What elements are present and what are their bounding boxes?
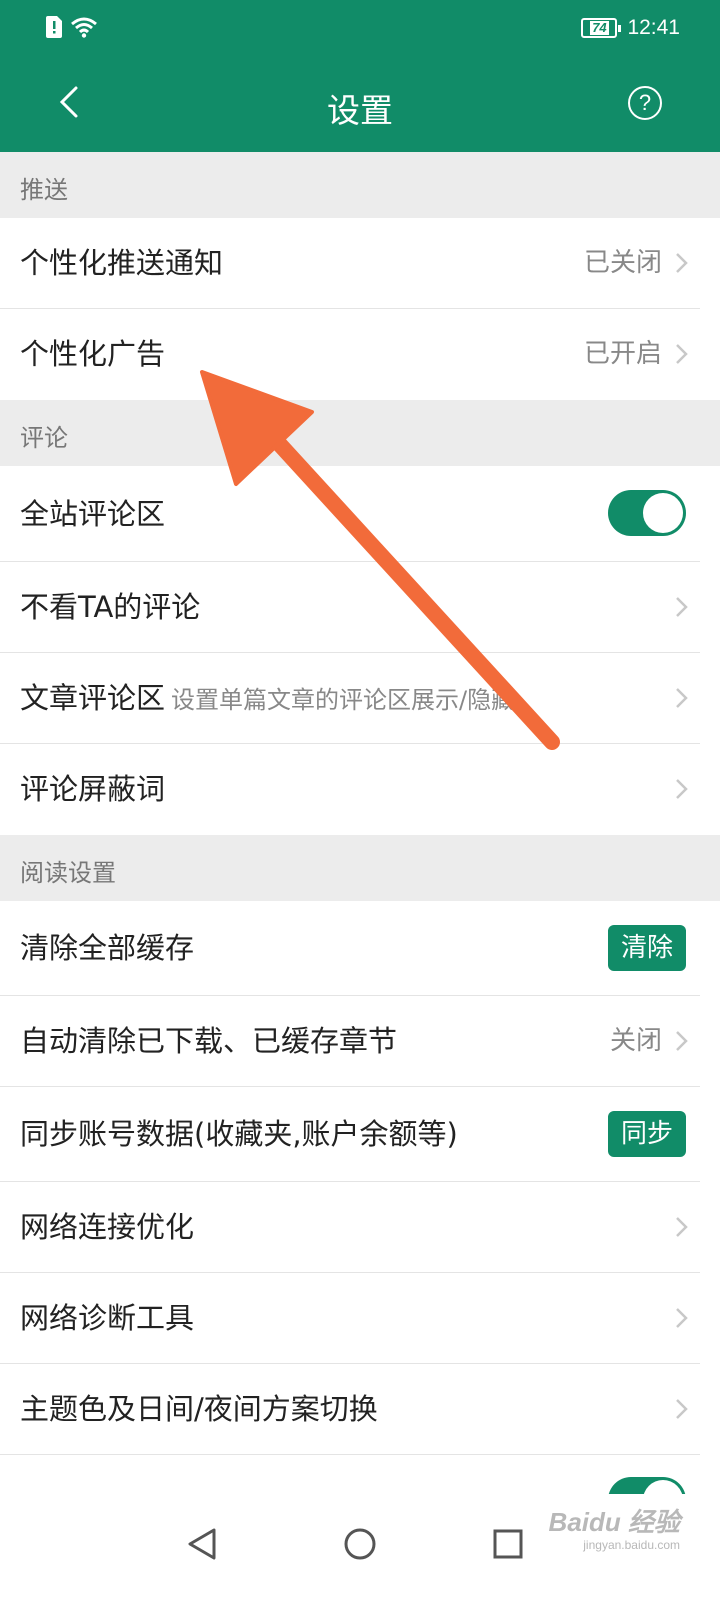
circle-home-icon <box>344 1528 376 1560</box>
row-label: 同步账号数据(收藏夹,账户余额等) <box>20 1117 458 1151</box>
page-title: 设置 <box>327 91 393 130</box>
row-label: 网络连接优化 <box>20 1210 195 1244</box>
row-label: 网络诊断工具 <box>20 1301 195 1335</box>
row-label: 评论屏蔽词 <box>20 772 166 806</box>
row-auto-clear[interactable]: 自动清除已下载、已缓存章节 关闭 <box>0 996 720 1087</box>
row-value: 关闭 <box>609 1026 662 1056</box>
chevron-right-icon <box>676 1217 688 1237</box>
toggle-knob <box>643 493 683 533</box>
row-value: 已关闭 <box>583 248 662 278</box>
row-title: 文章评论区 <box>20 681 166 715</box>
status-icons-right: 74 12:41 <box>581 16 680 40</box>
chevron-right-icon <box>676 597 688 617</box>
row-label: 不看TA的评论 <box>20 590 201 624</box>
toggle-knob <box>643 1480 683 1494</box>
row-label: 个性化广告 <box>20 337 166 371</box>
row-label: 全站评论区 <box>20 497 166 531</box>
partial-toggle[interactable] <box>608 1477 686 1494</box>
section-header-reading: 阅读设置 <box>0 835 720 901</box>
nav-recent-button[interactable] <box>478 1514 538 1574</box>
system-nav-bar: Baidu 经验 jingyan.baidu.com <box>0 1494 720 1600</box>
row-label: 清除全部缓存 <box>20 931 195 965</box>
row-label: 个性化推送通知 <box>20 246 224 280</box>
battery-icon: 74 <box>581 18 622 38</box>
watermark: Baidu 经验 <box>548 1507 680 1537</box>
row-value: 已开启 <box>583 339 662 369</box>
app-bar: 设置 ? <box>0 62 720 152</box>
nav-home-button[interactable] <box>330 1514 390 1574</box>
row-personalized-push[interactable]: 个性化推送通知 已关闭 <box>0 218 720 309</box>
chevron-right-icon <box>676 1308 688 1328</box>
section-header-push: 推送 <box>0 152 720 218</box>
row-network-diagnostics[interactable]: 网络诊断工具 <box>0 1273 720 1364</box>
row-label: 文章评论区 设置单篇文章的评论区展示/隐藏 <box>20 653 515 746</box>
question-circle-icon: ? <box>638 90 652 115</box>
row-article-comments[interactable]: 文章评论区 设置单篇文章的评论区展示/隐藏 <box>0 653 720 744</box>
wifi-icon <box>71 17 97 38</box>
chevron-right-icon <box>676 253 688 273</box>
triangle-back-icon <box>188 1528 216 1560</box>
status-icons-left <box>46 16 98 38</box>
square-recent-icon <box>493 1529 523 1559</box>
row-partially-visible <box>0 1455 720 1494</box>
row-personalized-ads[interactable]: 个性化广告 已开启 <box>0 309 720 400</box>
status-time: 12:41 <box>627 16 680 39</box>
site-comments-toggle[interactable] <box>608 490 686 536</box>
row-site-comments: 全站评论区 <box>0 466 720 562</box>
help-button[interactable]: ? <box>628 86 662 120</box>
settings-list: 推送 个性化推送通知 已关闭 个性化广告 已开启 评论 全站评论区 不看TA的评… <box>0 152 720 1494</box>
clear-cache-button[interactable]: 清除 <box>608 925 686 971</box>
row-theme-switch[interactable]: 主题色及日间/夜间方案切换 <box>0 1364 720 1455</box>
section-header-comments: 评论 <box>0 400 720 466</box>
row-hide-user-comments[interactable]: 不看TA的评论 <box>0 562 720 653</box>
status-bar: 74 12:41 <box>0 0 720 62</box>
battery-level: 74 <box>590 20 609 35</box>
row-network-optimization[interactable]: 网络连接优化 <box>0 1182 720 1273</box>
sim-alert-icon <box>46 16 62 38</box>
sync-button[interactable]: 同步 <box>608 1111 686 1157</box>
row-clear-cache: 清除全部缓存 清除 <box>0 901 720 996</box>
chevron-right-icon <box>676 344 688 364</box>
row-label: 主题色及日间/夜间方案切换 <box>20 1392 378 1426</box>
chevron-right-icon <box>676 779 688 799</box>
nav-back-button[interactable] <box>172 1514 232 1574</box>
chevron-right-icon <box>676 688 688 708</box>
row-blocked-words[interactable]: 评论屏蔽词 <box>0 744 720 835</box>
chevron-right-icon <box>676 1399 688 1419</box>
row-sync-account: 同步账号数据(收藏夹,账户余额等) 同步 <box>0 1087 720 1182</box>
watermark-url: jingyan.baidu.com <box>583 1538 680 1552</box>
row-sublabel: 设置单篇文章的评论区展示/隐藏 <box>171 686 516 714</box>
row-label: 自动清除已下载、已缓存章节 <box>20 1024 398 1058</box>
chevron-right-icon <box>676 1031 688 1051</box>
